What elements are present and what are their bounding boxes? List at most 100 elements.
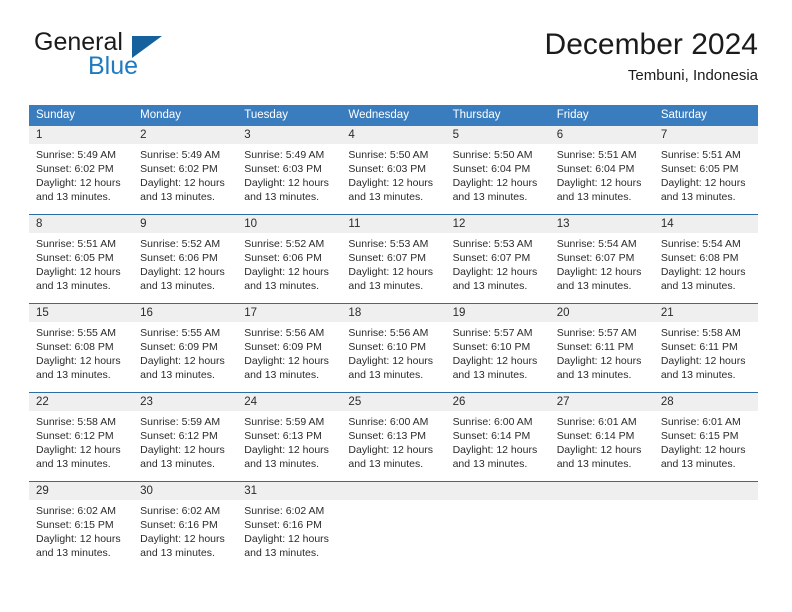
sunrise-text: Sunrise: 5:52 AM xyxy=(244,238,325,250)
day-cell-empty xyxy=(341,500,445,570)
day-cell[interactable]: Sunrise: 6:02 AM Sunset: 6:16 PM Dayligh… xyxy=(133,500,237,570)
sunrise-text: Sunrise: 5:54 AM xyxy=(556,238,637,250)
daylight-text-line1: Daylight: 12 hours xyxy=(348,177,434,189)
day-cell[interactable]: Sunrise: 6:00 AM Sunset: 6:14 PM Dayligh… xyxy=(446,411,550,481)
sunrise-text: Sunrise: 5:50 AM xyxy=(452,149,533,161)
daylight-text-line2: and 13 minutes. xyxy=(452,458,528,470)
sunset-text: Sunset: 6:03 PM xyxy=(348,163,427,175)
day-cell[interactable]: Sunrise: 5:58 AM Sunset: 6:11 PM Dayligh… xyxy=(654,322,758,392)
day-cell[interactable]: Sunrise: 6:02 AM Sunset: 6:15 PM Dayligh… xyxy=(29,500,133,570)
sunrise-text: Sunrise: 5:59 AM xyxy=(244,416,325,428)
daylight-text-line2: and 13 minutes. xyxy=(36,547,111,559)
sunrise-text: Sunrise: 5:49 AM xyxy=(244,149,325,161)
sunrise-text: Sunrise: 5:55 AM xyxy=(36,327,116,339)
sunset-text: Sunset: 6:06 PM xyxy=(140,252,218,264)
sunrise-text: Sunrise: 5:52 AM xyxy=(140,238,221,250)
weekday-sunday: Sunday xyxy=(36,109,76,121)
sunrise-text: Sunrise: 6:02 AM xyxy=(36,505,116,517)
sunset-text: Sunset: 6:07 PM xyxy=(348,252,427,264)
week-row: 22 23 24 25 26 27 28 Sunrise: 5:58 AM Su… xyxy=(29,392,758,481)
daylight-text-line1: Daylight: 12 hours xyxy=(556,444,642,456)
day-cell[interactable]: Sunrise: 5:51 AM Sunset: 6:05 PM Dayligh… xyxy=(654,144,758,214)
day-cell[interactable]: Sunrise: 5:59 AM Sunset: 6:12 PM Dayligh… xyxy=(133,411,237,481)
daylight-text-line1: Daylight: 12 hours xyxy=(348,444,434,456)
day-number: 13 xyxy=(556,218,570,230)
weekday-friday: Friday xyxy=(556,109,589,121)
daylight-text-line2: and 13 minutes. xyxy=(140,369,215,381)
day-number: 5 xyxy=(452,129,459,141)
day-cell[interactable]: Sunrise: 5:53 AM Sunset: 6:07 PM Dayligh… xyxy=(341,233,445,303)
day-cell[interactable]: Sunrise: 5:51 AM Sunset: 6:05 PM Dayligh… xyxy=(29,233,133,303)
day-cell[interactable]: Sunrise: 5:56 AM Sunset: 6:10 PM Dayligh… xyxy=(341,322,445,392)
day-cell[interactable]: Sunrise: 5:52 AM Sunset: 6:06 PM Dayligh… xyxy=(237,233,341,303)
day-number: 1 xyxy=(36,129,43,141)
sunset-text: Sunset: 6:11 PM xyxy=(556,341,634,353)
daylight-text-line1: Daylight: 12 hours xyxy=(244,444,329,456)
day-cell[interactable]: Sunrise: 5:55 AM Sunset: 6:08 PM Dayligh… xyxy=(29,322,133,392)
daylight-text-line1: Daylight: 12 hours xyxy=(348,266,434,278)
day-number: 4 xyxy=(348,129,355,141)
sunset-text: Sunset: 6:12 PM xyxy=(36,430,114,442)
calendar-grid: Sunday Monday Tuesday Wednesday Thursday… xyxy=(29,105,758,570)
sunrise-text: Sunrise: 5:58 AM xyxy=(36,416,116,428)
daylight-text-line2: and 13 minutes. xyxy=(244,369,319,381)
day-number: 15 xyxy=(36,307,49,319)
calendar-page: General Blue December 2024 Tembuni, Indo… xyxy=(0,0,792,612)
daylight-text-line2: and 13 minutes. xyxy=(140,280,215,292)
daylight-text-line1: Daylight: 12 hours xyxy=(140,533,225,545)
daylight-text-line2: and 13 minutes. xyxy=(244,458,319,470)
sunset-text: Sunset: 6:09 PM xyxy=(244,341,322,353)
day-cell[interactable]: Sunrise: 5:57 AM Sunset: 6:11 PM Dayligh… xyxy=(550,322,654,392)
day-cell[interactable]: Sunrise: 5:50 AM Sunset: 6:04 PM Dayligh… xyxy=(446,144,550,214)
day-cell[interactable]: Sunrise: 5:49 AM Sunset: 6:02 PM Dayligh… xyxy=(29,144,133,214)
daylight-text-line1: Daylight: 12 hours xyxy=(244,177,329,189)
daylight-text-line2: and 13 minutes. xyxy=(244,191,319,203)
day-cell[interactable]: Sunrise: 5:49 AM Sunset: 6:03 PM Dayligh… xyxy=(237,144,341,214)
day-cell[interactable]: Sunrise: 6:00 AM Sunset: 6:13 PM Dayligh… xyxy=(341,411,445,481)
day-cell[interactable]: Sunrise: 5:56 AM Sunset: 6:09 PM Dayligh… xyxy=(237,322,341,392)
day-number: 22 xyxy=(36,396,49,408)
daylight-text-line1: Daylight: 12 hours xyxy=(348,355,434,367)
day-cell[interactable]: Sunrise: 5:59 AM Sunset: 6:13 PM Dayligh… xyxy=(237,411,341,481)
daylight-text-line2: and 13 minutes. xyxy=(140,191,215,203)
sunrise-text: Sunrise: 5:53 AM xyxy=(452,238,533,250)
daylight-text-line2: and 13 minutes. xyxy=(660,369,736,381)
day-body-strip: Sunrise: 6:02 AM Sunset: 6:15 PM Dayligh… xyxy=(29,500,758,570)
daylight-text-line2: and 13 minutes. xyxy=(140,458,215,470)
day-cell[interactable]: Sunrise: 6:01 AM Sunset: 6:15 PM Dayligh… xyxy=(654,411,758,481)
sunset-text: Sunset: 6:08 PM xyxy=(660,252,739,264)
sunrise-text: Sunrise: 5:49 AM xyxy=(36,149,116,161)
daylight-text-line2: and 13 minutes. xyxy=(556,458,632,470)
daylight-text-line1: Daylight: 12 hours xyxy=(556,266,642,278)
day-number: 7 xyxy=(660,129,668,141)
daylight-text-line1: Daylight: 12 hours xyxy=(140,177,225,189)
sunrise-text: Sunrise: 5:51 AM xyxy=(36,238,116,250)
sunset-text: Sunset: 6:07 PM xyxy=(452,252,531,264)
daylight-text-line1: Daylight: 12 hours xyxy=(36,177,121,189)
day-cell[interactable]: Sunrise: 5:49 AM Sunset: 6:02 PM Dayligh… xyxy=(133,144,237,214)
sunrise-text: Sunrise: 5:58 AM xyxy=(660,327,741,339)
weekday-monday: Monday xyxy=(140,109,182,121)
sunset-text: Sunset: 6:10 PM xyxy=(348,341,427,353)
sunset-text: Sunset: 6:03 PM xyxy=(244,163,322,175)
day-cell[interactable]: Sunrise: 5:57 AM Sunset: 6:10 PM Dayligh… xyxy=(446,322,550,392)
day-cell[interactable]: Sunrise: 6:01 AM Sunset: 6:14 PM Dayligh… xyxy=(550,411,654,481)
day-cell[interactable]: Sunrise: 5:52 AM Sunset: 6:06 PM Dayligh… xyxy=(133,233,237,303)
day-cell[interactable]: Sunrise: 5:55 AM Sunset: 6:09 PM Dayligh… xyxy=(133,322,237,392)
day-cell[interactable]: Sunrise: 5:50 AM Sunset: 6:03 PM Dayligh… xyxy=(341,144,445,214)
day-cell[interactable]: Sunrise: 5:58 AM Sunset: 6:12 PM Dayligh… xyxy=(29,411,133,481)
page-title: December 2024 xyxy=(544,28,758,61)
day-cell[interactable]: Sunrise: 5:51 AM Sunset: 6:04 PM Dayligh… xyxy=(550,144,654,214)
brand-name-blue: Blue xyxy=(88,52,139,80)
sunrise-text: Sunrise: 6:00 AM xyxy=(452,416,533,428)
day-cell[interactable]: Sunrise: 5:53 AM Sunset: 6:07 PM Dayligh… xyxy=(446,233,550,303)
sunset-text: Sunset: 6:05 PM xyxy=(36,252,114,264)
day-cell[interactable]: Sunrise: 5:54 AM Sunset: 6:08 PM Dayligh… xyxy=(654,233,758,303)
day-number-empty xyxy=(341,482,445,500)
brand-logo[interactable]: General Blue xyxy=(34,28,264,92)
day-number: 17 xyxy=(244,307,258,319)
day-cell[interactable]: Sunrise: 6:02 AM Sunset: 6:16 PM Dayligh… xyxy=(237,500,341,570)
daylight-text-line1: Daylight: 12 hours xyxy=(140,355,225,367)
daylight-text-line1: Daylight: 12 hours xyxy=(452,355,538,367)
day-cell[interactable]: Sunrise: 5:54 AM Sunset: 6:07 PM Dayligh… xyxy=(550,233,654,303)
